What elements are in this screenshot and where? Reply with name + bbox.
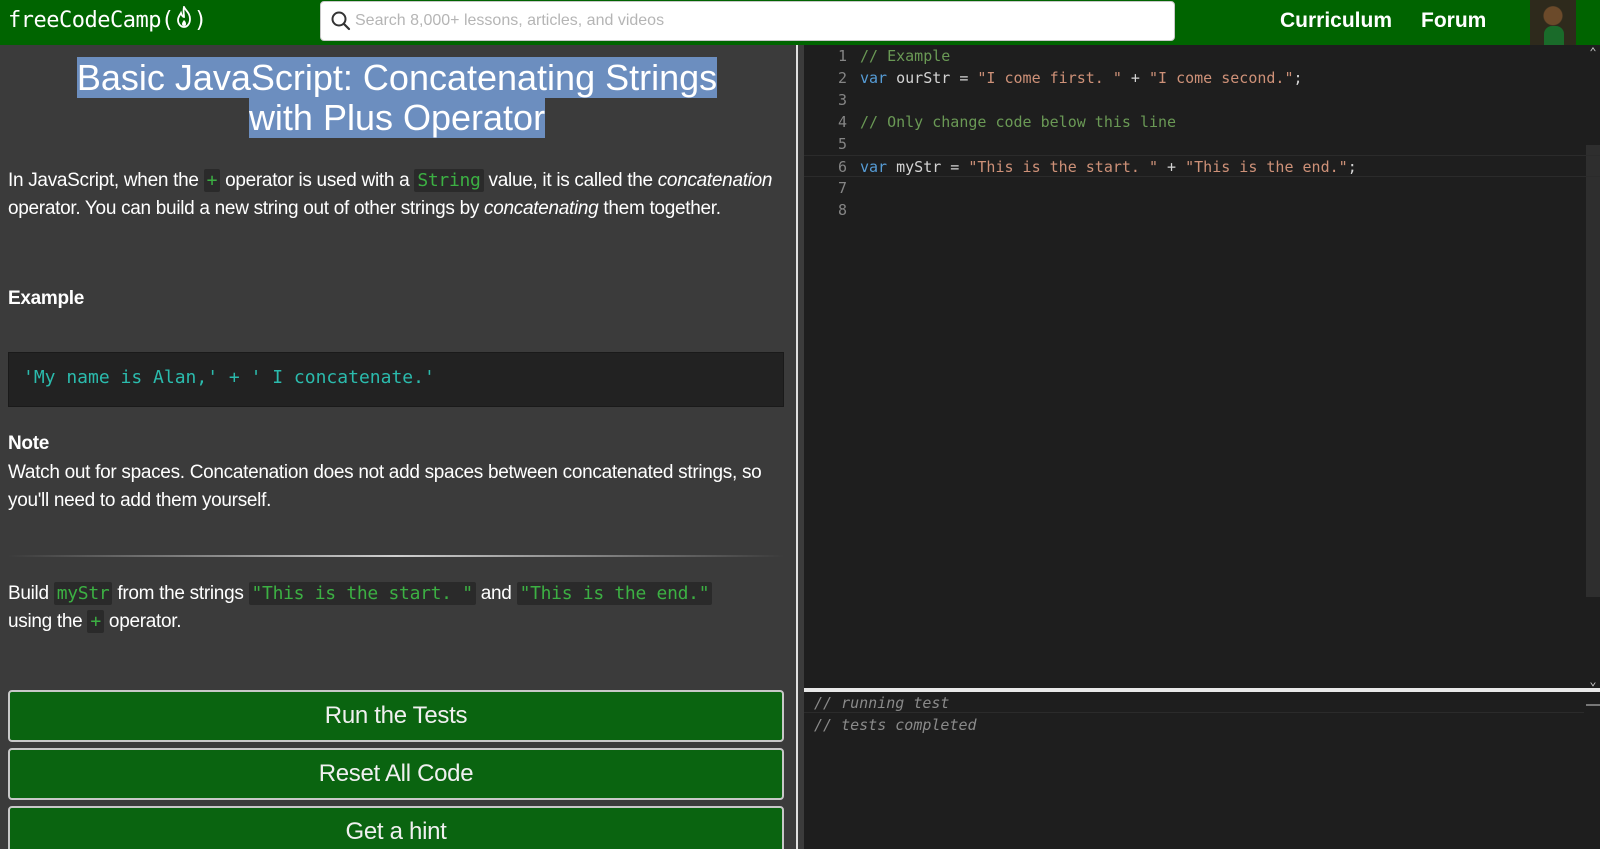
logo-text-prefix: freeCodeCamp( — [8, 7, 174, 33]
code-token: ; — [1347, 158, 1357, 176]
text-segment: Build — [8, 583, 54, 604]
line-number: 5 — [837, 135, 847, 153]
output-line: // tests completed — [814, 716, 977, 734]
user-avatar[interactable] — [1530, 0, 1576, 45]
code-token: "This is the start. " — [968, 158, 1159, 176]
code-token: var — [860, 158, 888, 176]
inline-code-mystr: myStr — [53, 582, 113, 605]
search-input[interactable] — [355, 12, 1155, 30]
output-line: // running test — [814, 694, 950, 712]
code-token: + — [1158, 158, 1186, 176]
run-tests-button[interactable]: Run the Tests — [8, 690, 784, 742]
description-paragraph: In JavaScript, when the + operator is us… — [8, 167, 788, 223]
nav-link-forum[interactable]: Forum — [1421, 9, 1486, 33]
text-segment: operator. You can build a new string out… — [8, 198, 485, 219]
line-code[interactable]: // Only change code below this line — [860, 111, 1176, 133]
text-segment: and — [475, 583, 517, 604]
output-scrollbar[interactable] — [1586, 704, 1600, 706]
code-token: var — [860, 69, 888, 87]
emphasis-concatenation: concatenation — [657, 170, 773, 191]
test-output-console: // running test // tests completed — [804, 692, 1600, 849]
code-token: "This is the end." — [1185, 158, 1348, 176]
section-divider — [8, 555, 784, 557]
inline-code-plus: + — [203, 169, 221, 192]
get-hint-button[interactable]: Get a hint — [8, 806, 784, 849]
line-number: 8 — [837, 201, 847, 219]
example-code-block: 'My name is Alan,' + ' I concatenate.' — [8, 352, 784, 407]
code-token: + — [1121, 69, 1149, 87]
code-line[interactable]: 7 — [804, 177, 1600, 199]
code-token: "I come second." — [1149, 69, 1294, 87]
example-heading: Example — [8, 288, 85, 309]
code-editor[interactable]: ⌃ ⌄ 1// Example 2 var ourStr = "I come fir… — [804, 45, 1600, 688]
line-code[interactable]: var myStr = "This is the start. " + "Thi… — [860, 156, 1357, 178]
inline-code-start-string: "This is the start. " — [248, 582, 476, 605]
code-line[interactable]: 5 — [804, 133, 1600, 155]
code-line[interactable]: 2 var ourStr = "I come first. " + "I come… — [804, 67, 1600, 89]
challenge-title: Basic JavaScript: Concatenating Strings … — [40, 57, 754, 138]
text-segment: operator is used with a — [220, 170, 415, 191]
search-icon — [331, 11, 351, 31]
line-number: 3 — [837, 91, 847, 109]
inline-code-string: String — [414, 169, 484, 192]
text-segment: using the — [8, 611, 88, 632]
logo-text-suffix: ) — [193, 7, 207, 33]
line-number: 1 — [837, 47, 847, 65]
code-line[interactable]: 1 // Example — [804, 45, 1600, 67]
line-number: 6 — [837, 158, 847, 176]
line-code[interactable]: // Example — [860, 45, 950, 67]
flame-icon — [175, 4, 193, 34]
line-code[interactable]: var ourStr = "I come first. " + "I come … — [860, 67, 1303, 89]
code-token: ; — [1293, 69, 1303, 87]
code-line[interactable]: 6 var myStr = "This is the start. " + "Th… — [804, 155, 1600, 177]
code-line[interactable]: 8 — [804, 199, 1600, 221]
search-bar[interactable] — [320, 1, 1175, 41]
code-line[interactable]: 4 // Only change code below this line — [804, 111, 1600, 133]
vertical-pane-splitter[interactable] — [796, 45, 804, 849]
freecodecamp-logo[interactable]: freeCodeCamp( ) — [8, 4, 207, 34]
code-token: // Example — [860, 47, 951, 65]
code-token: myStr = — [887, 158, 969, 176]
reset-code-button[interactable]: Reset All Code — [8, 748, 784, 800]
text-segment: In JavaScript, when the — [8, 170, 204, 191]
note-heading: Note — [8, 433, 50, 454]
text-segment: operator. — [103, 611, 182, 632]
challenge-title-text: Basic JavaScript: Concatenating Strings … — [76, 57, 718, 138]
top-navbar: freeCodeCamp( ) Curriculum Forum — [0, 0, 1600, 45]
line-number: 2 — [837, 69, 847, 87]
inline-code-end-string: "This is the end." — [516, 582, 713, 605]
code-token: "I come first. " — [977, 69, 1122, 87]
emphasis-concatenating: concatenating — [484, 198, 599, 219]
code-token: // Only change code below this line — [860, 113, 1177, 131]
challenge-description-pane: Basic JavaScript: Concatenating Strings … — [0, 45, 796, 849]
note-text: Watch out for spaces. Concatenation does… — [8, 462, 762, 511]
scroll-down-arrow-icon[interactable]: ⌄ — [1586, 674, 1600, 688]
task-instructions: Build myStr from the strings "This is th… — [8, 580, 788, 636]
line-number: 4 — [837, 113, 847, 131]
code-line[interactable]: 3 — [804, 89, 1600, 111]
inline-code-plus: + — [87, 610, 104, 633]
code-token: ourStr = — [887, 69, 978, 87]
text-segment: from the strings — [112, 583, 249, 604]
text-segment: value, it is called the — [483, 170, 658, 191]
line-number: 7 — [837, 179, 847, 197]
text-segment: them together. — [598, 198, 721, 219]
nav-link-curriculum[interactable]: Curriculum — [1280, 9, 1392, 33]
